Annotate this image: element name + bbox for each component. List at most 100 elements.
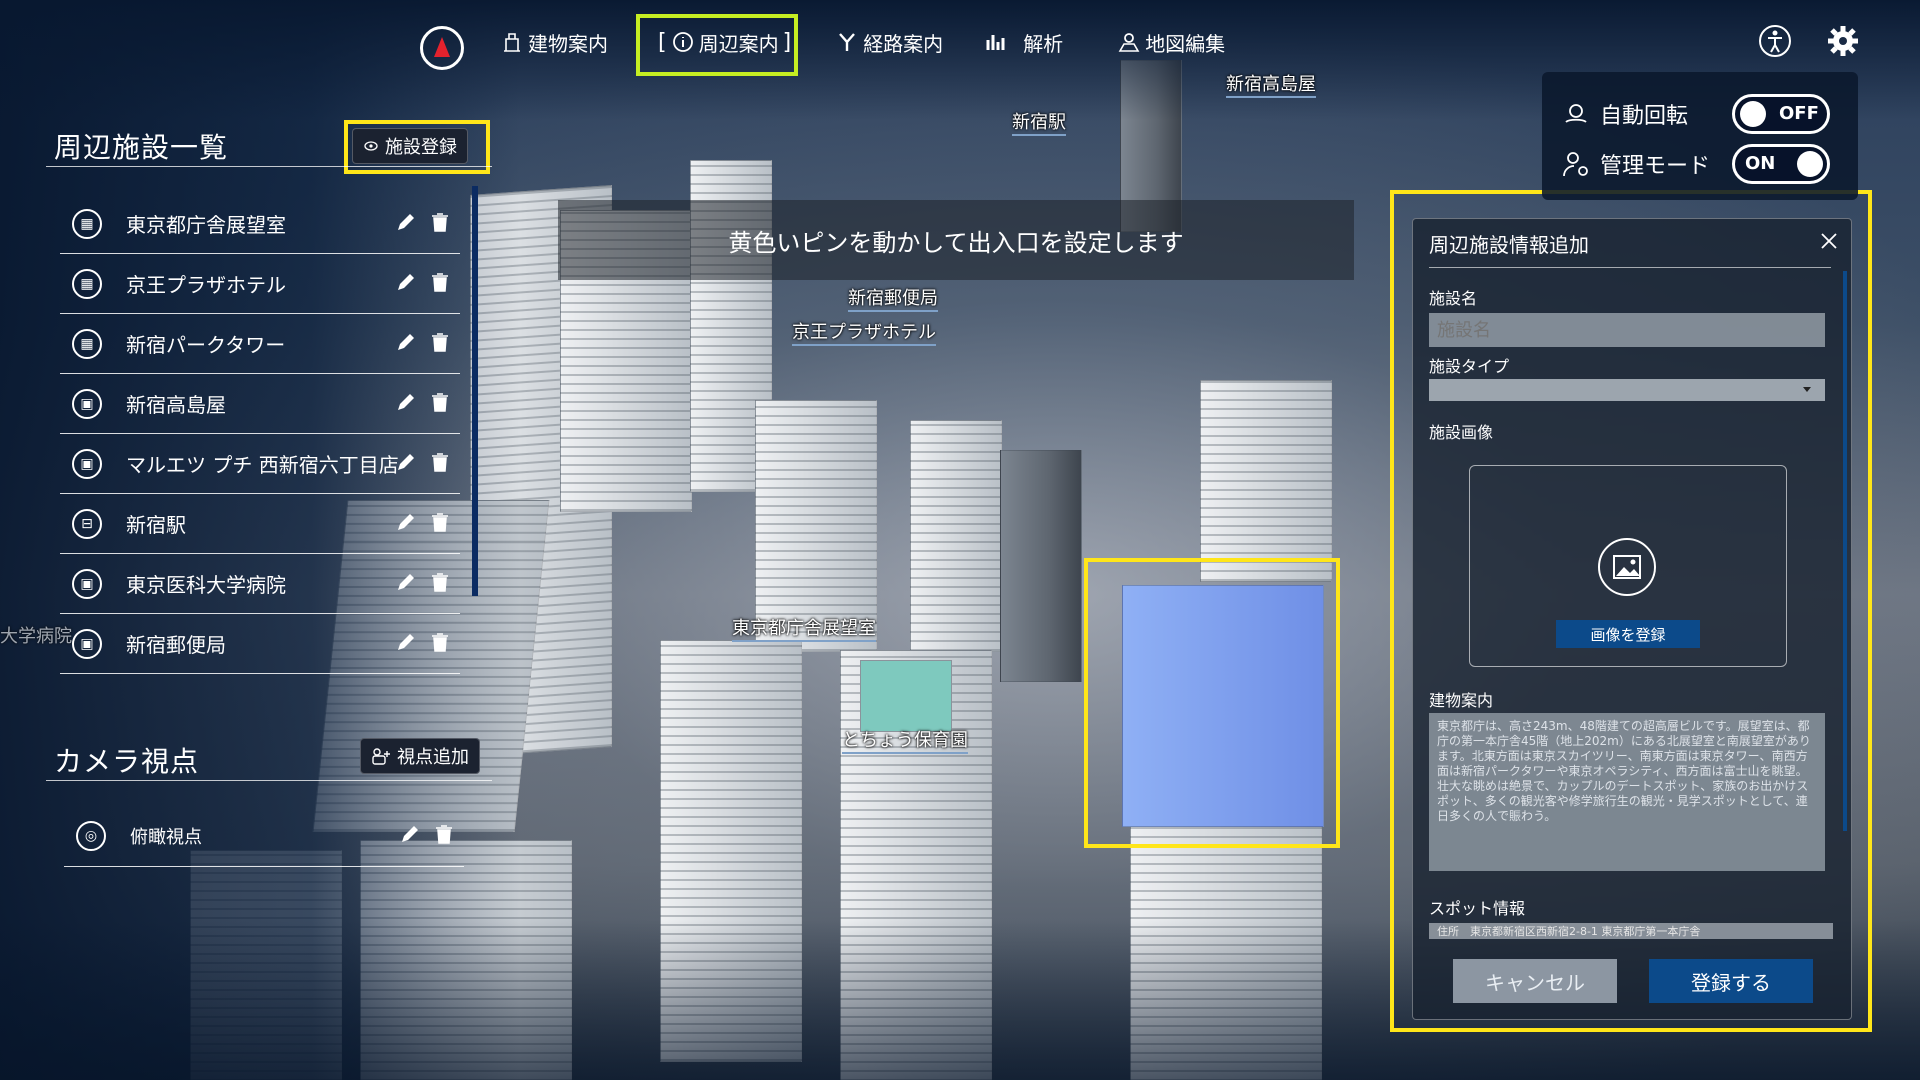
top-right-tools (1758, 24, 1860, 58)
facility-name-input[interactable] (1429, 313, 1825, 347)
trash-icon[interactable] (428, 450, 452, 474)
camera-panel: カメラ視点 視点追加 (46, 734, 492, 781)
shop-icon: ▣ (72, 388, 102, 419)
viewpoint-name: 俯瞰視点 (130, 827, 202, 848)
facility-register-button[interactable]: 施設登録 (352, 128, 468, 164)
add-facility-form: 周辺施設情報追加 施設名 施設タイプ 施設画像 画像を登録 建物案内 東京都庁は… (1412, 218, 1852, 1020)
list-item[interactable]: ▣ マルエツ プチ 西新宿六丁目店 (60, 434, 460, 494)
shop-icon: ▣ (72, 448, 102, 479)
facility-name: 東京都庁舎展望室 (126, 213, 286, 237)
instruction-text: 黄色いピンを動かして出入口を設定します (728, 228, 1184, 257)
train-icon: ⊟ (72, 508, 102, 539)
camera-title: カメラ視点 (54, 745, 200, 778)
facility-name: 新宿パークタワー (126, 333, 286, 357)
row-actions (394, 330, 452, 354)
facility-name: 新宿郵便局 (126, 633, 226, 657)
add-viewpoint-label: 視点追加 (397, 747, 469, 768)
nav-analysis[interactable]: 解析 (983, 28, 1063, 57)
trash-icon[interactable] (432, 822, 456, 846)
map-label-tocho[interactable]: 東京都庁舎展望室 (732, 614, 876, 642)
list-item[interactable]: ▣ 東京医科大学病院 (60, 554, 460, 614)
trash-icon[interactable] (428, 210, 452, 234)
edit-icon[interactable] (394, 510, 418, 534)
accessibility-icon[interactable] (1758, 24, 1792, 58)
building (1000, 450, 1082, 682)
edit-icon[interactable] (394, 390, 418, 414)
map-label-station[interactable]: 新宿駅 (1012, 108, 1066, 136)
trash-icon[interactable] (428, 630, 452, 654)
facility-name: 京王プラザホテル (126, 273, 286, 297)
image-register-button[interactable]: 画像を登録 (1556, 620, 1700, 648)
row-actions (394, 630, 452, 654)
trash-icon[interactable] (428, 510, 452, 534)
map-label-keio-plaza[interactable]: 京王プラザホテル (792, 318, 936, 346)
edit-icon[interactable] (398, 822, 422, 846)
building-guide-textarea[interactable]: 東京都庁は、高さ243m、48階建ての超高層ビルです。展望室は、都庁の第一本庁舎… (1429, 713, 1825, 871)
form-divider (1429, 267, 1831, 268)
facilities-header: 周辺施設一覧 施設登録 (46, 120, 492, 167)
shop-icon: ▣ (72, 568, 102, 599)
cancel-button[interactable]: キャンセル (1453, 959, 1617, 1003)
building (910, 420, 1002, 652)
spot-info-input[interactable]: 住所 東京都新宿区西新宿2-8-1 東京都庁第一本庁舎 (1429, 923, 1833, 939)
trash-icon[interactable] (428, 570, 452, 594)
facilities-title: 周辺施設一覧 (54, 131, 229, 164)
row-actions (394, 390, 452, 414)
admin-mode-row: 管理モード (1562, 148, 1710, 180)
list-item[interactable]: ▦ 新宿パークタワー (60, 314, 460, 374)
edit-icon[interactable] (394, 210, 418, 234)
edit-icon[interactable] (394, 270, 418, 294)
row-actions (394, 210, 452, 234)
row-actions (394, 450, 452, 474)
shop-icon: ▣ (72, 628, 102, 659)
facility-name: 東京医科大学病院 (126, 573, 286, 597)
north-arrow-icon (434, 37, 450, 57)
nav-route[interactable]: 経路案内 (835, 28, 943, 57)
edit-icon[interactable] (394, 450, 418, 474)
nav-route-label: 経路案内 (863, 31, 944, 56)
list-item[interactable]: ◎ 俯瞰視点 (64, 806, 464, 867)
row-actions (398, 822, 456, 846)
list-item[interactable]: ▣ 新宿郵便局 (60, 614, 460, 674)
close-icon[interactable] (1819, 231, 1839, 251)
edit-icon[interactable] (394, 330, 418, 354)
gear-icon[interactable] (1826, 24, 1860, 58)
edit-icon[interactable] (394, 570, 418, 594)
list-item[interactable]: ▦ 東京都庁舎展望室 (60, 194, 460, 254)
building-icon (504, 33, 520, 52)
camera-header: カメラ視点 視点追加 (46, 734, 492, 781)
image-dropzone[interactable]: 画像を登録 (1469, 465, 1787, 667)
row-actions (394, 570, 452, 594)
admin-icon (1563, 152, 1588, 177)
facility-name: マルエツ プチ 西新宿六丁目店 (126, 453, 399, 477)
edit-icon[interactable] (394, 630, 418, 654)
nav-surroundings[interactable]: [ 周辺案内 ] (658, 28, 791, 57)
facility-list-scrollbar[interactable] (472, 186, 478, 596)
list-item[interactable]: ▣ 新宿高島屋 (60, 374, 460, 434)
camera-icon: ◎ (76, 821, 106, 851)
toggle-knob (1797, 151, 1823, 177)
facility-type-select[interactable] (1429, 379, 1825, 401)
trash-icon[interactable] (428, 270, 452, 294)
form-scrollbar[interactable] (1843, 271, 1847, 831)
nav-building[interactable]: 建物案内 (500, 28, 608, 57)
building-icon: ▦ (72, 328, 102, 359)
trash-icon[interactable] (428, 390, 452, 414)
facility-list: ▦ 東京都庁舎展望室 ▦ 京王プラザホテル ▦ 新宿パークタワー ▣ 新宿高島屋… (60, 194, 460, 674)
admin-mode-toggle[interactable]: ON (1732, 144, 1830, 184)
list-item[interactable]: ▦ 京王プラザホテル (60, 254, 460, 314)
map-label-post-office[interactable]: 新宿郵便局 (848, 284, 938, 312)
trash-icon[interactable] (428, 330, 452, 354)
map-label-takashimaya[interactable]: 新宿高島屋 (1226, 70, 1316, 98)
auto-rotate-toggle[interactable]: OFF (1732, 94, 1830, 134)
submit-button[interactable]: 登録する (1649, 959, 1813, 1003)
facilities-panel: 周辺施設一覧 施設登録 (46, 120, 492, 167)
nav-map-edit[interactable]: 地図編集 (1117, 28, 1225, 57)
facility-name: 新宿高島屋 (126, 393, 226, 417)
compass-button[interactable] (420, 26, 464, 70)
map-label-nursery[interactable]: とちょう保育園 (842, 726, 968, 754)
image-icon (1598, 538, 1656, 596)
add-viewpoint-button[interactable]: 視点追加 (360, 738, 480, 774)
list-item[interactable]: ⊟ 新宿駅 (60, 494, 460, 554)
image-label: 施設画像 (1429, 423, 1494, 442)
